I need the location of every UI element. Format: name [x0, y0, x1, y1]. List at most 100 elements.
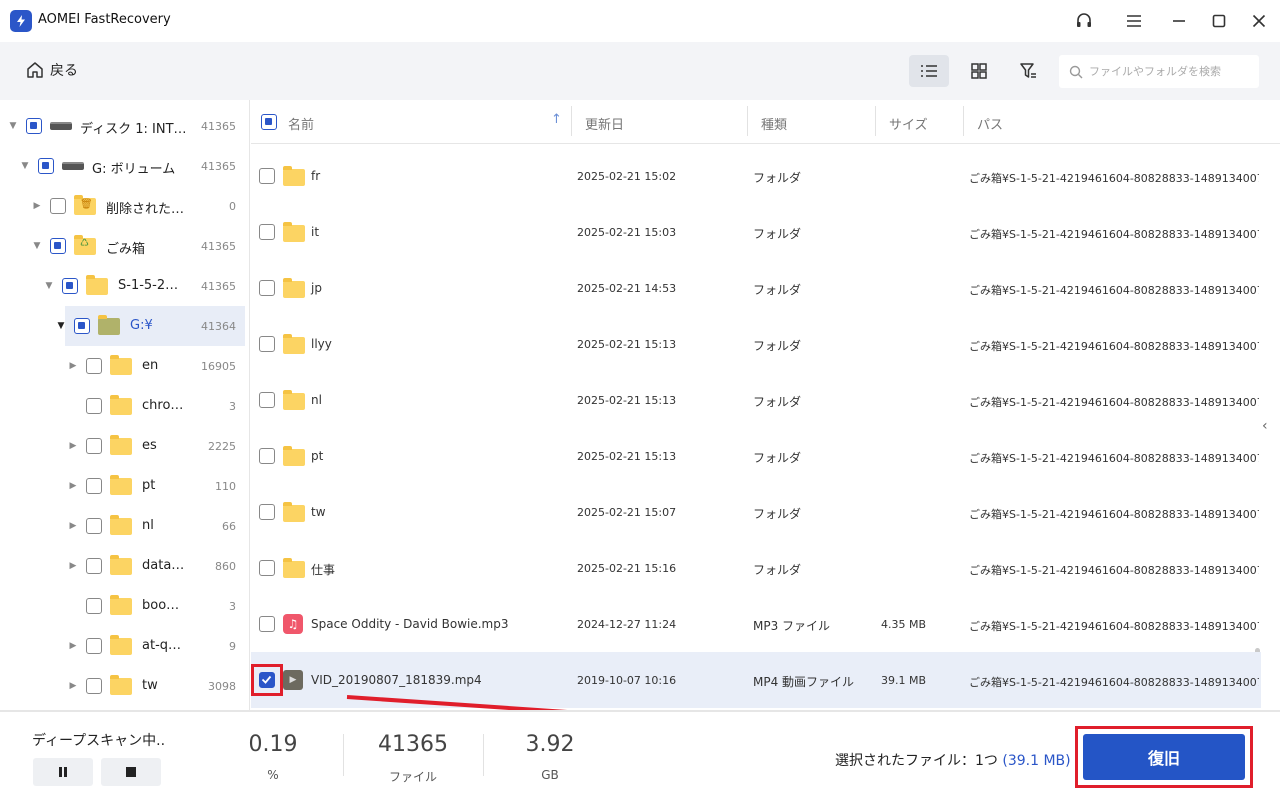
tree-node-count: 3098 — [208, 680, 236, 693]
select-all-checkbox[interactable] — [261, 114, 277, 130]
collapse-arrow-icon[interactable]: ▶ — [32, 201, 42, 211]
collapse-panel-icon[interactable]: ‹ — [1262, 418, 1268, 434]
row-checkbox[interactable] — [259, 168, 275, 184]
sort-ascending-icon[interactable]: ↑ — [551, 112, 562, 127]
minimize-icon[interactable] — [1166, 8, 1192, 34]
maximize-icon[interactable] — [1206, 8, 1232, 34]
tree-node[interactable]: ▼ G: ボリューム 41365 — [0, 146, 249, 186]
file-row[interactable]: pt 2025-02-21 15:13 フォルダ ごみ箱¥S-1-5-21-42194… — [251, 428, 1261, 484]
tree-node[interactable]: chro… 3 — [0, 386, 249, 426]
tree-checkbox[interactable] — [62, 278, 78, 294]
column-divider[interactable] — [571, 106, 572, 136]
tree-node[interactable]: boo… 3 — [0, 586, 249, 626]
tree-checkbox[interactable] — [86, 438, 102, 454]
tree-node[interactable]: ▶ at-q… 9 — [0, 626, 249, 666]
status-footer: ディープスキャン中.. 0.19 % 41365 ファイル 3.92 GB 選択… — [0, 710, 1280, 800]
collapse-arrow-icon[interactable]: ▶ — [68, 481, 78, 491]
home-icon — [27, 62, 43, 78]
expand-arrow-icon[interactable]: ▼ — [20, 161, 30, 171]
column-date-header[interactable]: 更新日 — [585, 114, 624, 133]
tree-checkbox[interactable] — [86, 598, 102, 614]
collapse-arrow-icon[interactable]: ▶ — [68, 441, 78, 451]
tree-checkbox[interactable] — [86, 638, 102, 654]
expand-arrow-icon[interactable]: ▼ — [8, 121, 18, 131]
tree-node[interactable]: ▶ tw 3098 — [0, 666, 249, 706]
folder-icon — [110, 475, 132, 495]
row-checkbox[interactable] — [259, 224, 275, 240]
file-name: it — [311, 225, 320, 239]
expand-arrow-icon[interactable]: ▼ — [44, 281, 54, 291]
row-checkbox[interactable] — [259, 448, 275, 464]
tree-checkbox[interactable] — [50, 198, 66, 214]
files-found-value: 41365 — [378, 732, 448, 757]
row-checkbox[interactable] — [259, 560, 275, 576]
column-path-header[interactable]: パス — [977, 114, 1003, 133]
file-date: 2025-02-21 15:13 — [577, 394, 677, 407]
close-icon[interactable] — [1246, 8, 1272, 34]
collapse-arrow-icon[interactable]: ▶ — [68, 681, 78, 691]
tree-checkbox[interactable] — [86, 518, 102, 534]
column-name-header[interactable]: 名前 — [288, 114, 314, 133]
folder-icon — [110, 555, 132, 575]
list-view-icon[interactable] — [909, 55, 949, 87]
file-row[interactable]: it 2025-02-21 15:03 フォルダ ごみ箱¥S-1-5-21-42194… — [251, 204, 1261, 260]
row-checkbox[interactable] — [259, 336, 275, 352]
tree-node[interactable]: ▼ S-1-5-2… 41365 — [0, 266, 249, 306]
tree-checkbox[interactable] — [50, 238, 66, 254]
grid-view-icon[interactable] — [959, 55, 999, 87]
file-row[interactable]: 仕事 2025-02-21 15:16 フォルダ ごみ箱¥S-1-5-21-42194… — [251, 540, 1261, 596]
expand-arrow-icon[interactable]: ▼ — [32, 241, 42, 251]
tree-node[interactable]: ▼ ディスク 1: INT… 41365 — [0, 106, 249, 146]
row-checkbox[interactable] — [259, 280, 275, 296]
column-divider[interactable] — [963, 106, 964, 136]
tree-node[interactable]: ▼ G:¥ 41364 — [0, 306, 249, 346]
recover-button[interactable]: 復旧 — [1083, 734, 1245, 780]
tree-node-label: G: ボリューム — [92, 162, 176, 177]
tree-node[interactable]: ▶ pt 110 — [0, 466, 249, 506]
row-checkbox[interactable] — [259, 392, 275, 408]
file-row[interactable]: fr 2025-02-21 15:02 フォルダ ごみ箱¥S-1-5-21-42194… — [251, 148, 1261, 204]
collapse-arrow-icon[interactable]: ▶ — [68, 521, 78, 531]
tree-node[interactable]: ▶ es 2225 — [0, 426, 249, 466]
tree-node[interactable]: ▶ en 16905 — [0, 346, 249, 386]
pause-button[interactable] — [33, 758, 93, 786]
file-row[interactable]: ♫ Space Oddity - David Bowie.mp3 2024-12-2… — [251, 596, 1261, 652]
row-checkbox[interactable] — [259, 616, 275, 632]
tree-checkbox[interactable] — [86, 398, 102, 414]
expand-arrow-icon[interactable]: ▼ — [56, 321, 66, 331]
tree-checkbox[interactable] — [38, 158, 54, 174]
menu-icon[interactable] — [1121, 8, 1147, 34]
file-size: 4.35 MB — [881, 618, 927, 631]
row-checkbox[interactable] — [259, 504, 275, 520]
search-input[interactable] — [1089, 65, 1249, 78]
tree-checkbox[interactable] — [86, 358, 102, 374]
column-divider[interactable] — [747, 106, 748, 136]
search-box[interactable] — [1059, 55, 1259, 88]
stop-button[interactable] — [101, 758, 161, 786]
column-size-header[interactable]: サイズ — [889, 114, 928, 133]
tree-checkbox[interactable] — [86, 478, 102, 494]
support-headset-icon[interactable] — [1071, 8, 1097, 34]
file-row[interactable]: llyy 2025-02-21 15:13 フォルダ ごみ箱¥S-1-5-21-421… — [251, 316, 1261, 372]
file-row[interactable]: jp 2025-02-21 14:53 フォルダ ごみ箱¥S-1-5-21-42194… — [251, 260, 1261, 316]
tree-checkbox[interactable] — [26, 118, 42, 134]
file-row[interactable]: ▶ VID_20190807_181839.mp4 2019-10-07 10:16… — [251, 652, 1261, 708]
collapse-arrow-icon[interactable]: ▶ — [68, 361, 78, 371]
column-type-header[interactable]: 種類 — [761, 114, 787, 133]
file-row[interactable]: nl 2025-02-21 15:13 フォルダ ごみ箱¥S-1-5-21-42194… — [251, 372, 1261, 428]
collapse-arrow-icon[interactable]: ▶ — [68, 641, 78, 651]
collapse-arrow-icon[interactable]: ▶ — [68, 561, 78, 571]
file-row[interactable]: tw 2025-02-21 15:07 フォルダ ごみ箱¥S-1-5-21-42194… — [251, 484, 1261, 540]
back-button[interactable]: 戻る — [26, 60, 78, 80]
tree-node[interactable]: ▶ 🗑 削除された… 0 — [0, 186, 249, 226]
tree-checkbox[interactable] — [74, 318, 90, 334]
back-label: 戻る — [50, 63, 78, 79]
tree-checkbox[interactable] — [86, 678, 102, 694]
filter-icon[interactable] — [1008, 55, 1048, 87]
tree-node[interactable]: ▼ ♺ ごみ箱 41365 — [0, 226, 249, 266]
tree-checkbox[interactable] — [86, 558, 102, 574]
tree-node[interactable]: ▶ nl 66 — [0, 506, 249, 546]
column-divider[interactable] — [875, 106, 876, 136]
drive-icon — [62, 162, 84, 170]
tree-node[interactable]: ▶ data… 860 — [0, 546, 249, 586]
